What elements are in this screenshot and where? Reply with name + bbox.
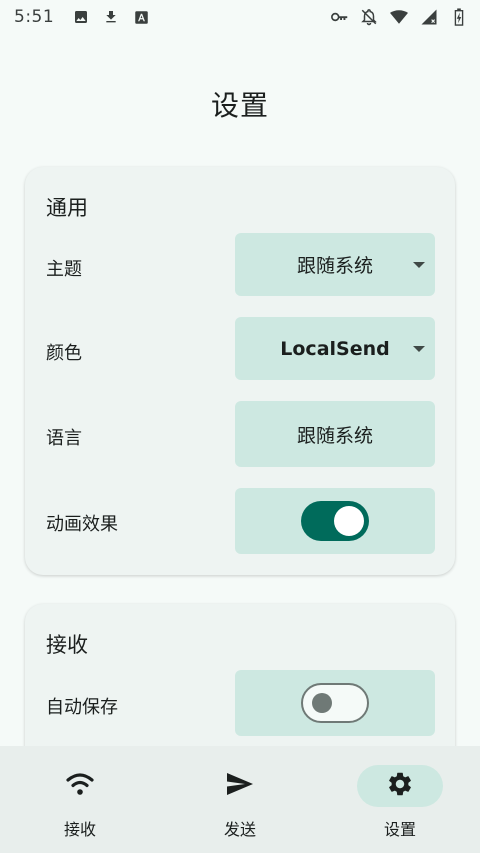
nav-pill-settings (357, 765, 443, 807)
page-title: 设置 (210, 89, 269, 122)
auto-save-switch[interactable] (301, 683, 369, 723)
status-bar: 5:51 (0, 0, 480, 34)
auto-save-label: 自动保存 (46, 697, 118, 718)
wifi-icon (390, 8, 408, 26)
nav-label-send: 发送 (223, 820, 256, 839)
status-left: 5:51 (14, 7, 150, 27)
nav-pill-receive (37, 765, 123, 807)
color-label: 颜色 (46, 343, 82, 364)
color-value: LocalSend (280, 337, 390, 360)
battery-icon (450, 8, 468, 26)
animations-switch-container (235, 488, 435, 554)
send-icon (225, 771, 255, 801)
general-settings-card: 通用 主题 跟随系统 颜色 LocalSend 语言 跟随系统 动画效果 (25, 167, 455, 575)
animations-label: 动画效果 (46, 514, 118, 535)
language-button[interactable]: 跟随系统 (235, 401, 435, 467)
nav-pill-send (197, 765, 283, 807)
nav-label-receive: 接收 (63, 820, 96, 839)
theme-dropdown[interactable]: 跟随系统 (235, 233, 435, 296)
auto-save-switch-container (235, 670, 435, 736)
nav-item-send[interactable]: 发送 (160, 746, 320, 853)
bottom-navigation: 接收 发送 设置 (0, 746, 480, 853)
language-label: 语言 (46, 428, 82, 449)
dropdown-arrow-icon (413, 345, 425, 352)
dropdown-arrow-icon (413, 261, 425, 268)
section-title-general: 通用 (46, 196, 88, 220)
gear-icon (386, 770, 414, 802)
nav-label-settings: 设置 (383, 820, 416, 839)
signal-icon (420, 8, 438, 26)
color-dropdown[interactable]: LocalSend (235, 317, 435, 380)
nav-item-receive[interactable]: 接收 (0, 746, 160, 853)
download-icon (102, 8, 120, 26)
wifi-icon (65, 771, 95, 801)
theme-value: 跟随系统 (296, 255, 373, 277)
section-title-receive: 接收 (46, 633, 88, 657)
nav-item-settings[interactable]: 设置 (320, 746, 480, 853)
theme-label: 主题 (46, 259, 82, 280)
switch-knob (334, 506, 364, 536)
font-icon (132, 8, 150, 26)
notifications-off-icon (360, 8, 378, 26)
status-time: 5:51 (14, 7, 55, 27)
vpn-key-icon (330, 8, 348, 26)
animations-switch[interactable] (301, 501, 369, 541)
status-right (330, 8, 468, 26)
switch-knob (312, 693, 332, 713)
language-value: 跟随系统 (296, 424, 373, 447)
image-icon (72, 8, 90, 26)
